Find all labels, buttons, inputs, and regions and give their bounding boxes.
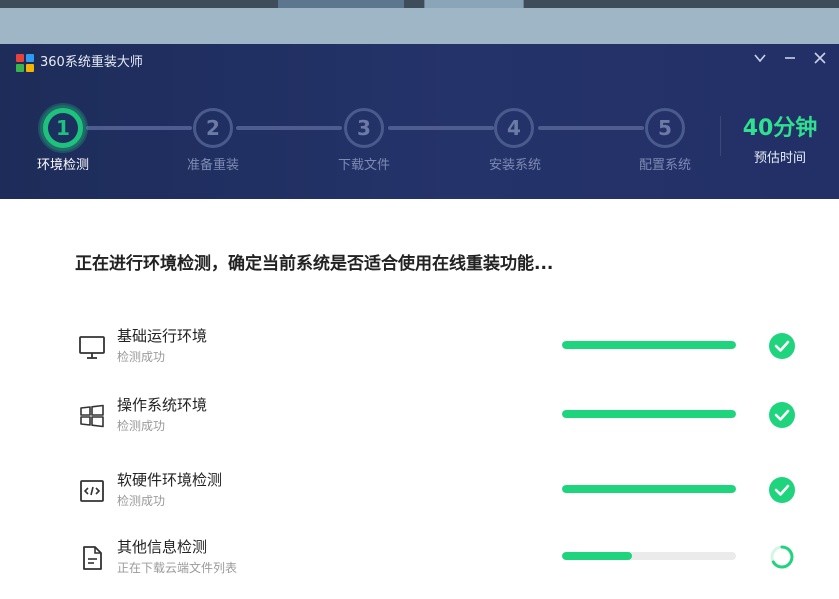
step-connector bbox=[86, 126, 192, 130]
main-content: 正在进行环境检测，确定当前系统是否适合使用在线重装功能... 基础运行环境 检测… bbox=[0, 199, 839, 599]
loading-spinner-icon bbox=[769, 544, 795, 570]
code-window-icon bbox=[78, 477, 106, 505]
step-4-circle: 4 bbox=[494, 108, 534, 148]
background-window-edge bbox=[0, 0, 839, 8]
screen: 360系统重装大师 1 2 3 4 5 环境检测 准备重装 下载文件 安装系统 bbox=[0, 0, 839, 599]
check-progress-fill bbox=[562, 485, 736, 493]
step-3-circle: 3 bbox=[344, 108, 384, 148]
background-window-strip bbox=[0, 0, 839, 44]
step-1-circle: 1 bbox=[43, 108, 83, 148]
step-5-label: 配置系统 bbox=[638, 158, 691, 173]
step-connector bbox=[388, 126, 494, 130]
close-icon[interactable] bbox=[810, 50, 830, 70]
check-item-name: 操作系统环境 bbox=[117, 396, 208, 414]
step-2-circle: 2 bbox=[193, 108, 233, 148]
app-header: 360系统重装大师 1 2 3 4 5 环境检测 准备重装 下载文件 安装系统 bbox=[0, 44, 839, 199]
header-divider bbox=[720, 116, 721, 156]
document-icon bbox=[78, 544, 106, 572]
check-done-icon bbox=[769, 402, 795, 428]
step-connector bbox=[236, 126, 342, 130]
check-item-other-info: 其他信息检测 正在下载云端文件列表 bbox=[0, 536, 839, 586]
step-connector bbox=[538, 126, 644, 130]
page-headline: 正在进行环境检测，确定当前系统是否适合使用在线重装功能... bbox=[75, 254, 554, 274]
check-progress-bar bbox=[562, 485, 736, 493]
step-progress: 1 2 3 4 5 环境检测 准备重装 下载文件 安装系统 配置系统 bbox=[0, 44, 720, 199]
estimated-time-value: 40分钟 bbox=[742, 116, 818, 141]
check-done-icon bbox=[769, 477, 795, 503]
monitor-icon bbox=[78, 333, 106, 361]
estimated-time-label: 预估时间 bbox=[753, 151, 806, 166]
background-tab bbox=[278, 0, 404, 8]
minimize-icon[interactable] bbox=[780, 50, 800, 70]
check-item-name: 其他信息检测 bbox=[117, 538, 208, 556]
check-progress-fill bbox=[562, 410, 736, 418]
check-progress-bar bbox=[562, 341, 736, 349]
check-item-name: 基础运行环境 bbox=[117, 327, 208, 345]
windows-logo-icon bbox=[78, 402, 106, 430]
check-progress-fill bbox=[562, 341, 736, 349]
check-done-icon bbox=[769, 333, 795, 359]
background-tab bbox=[424, 0, 524, 8]
step-2-label: 准备重装 bbox=[186, 158, 239, 173]
check-item-os-environment: 操作系统环境 检测成功 bbox=[0, 394, 839, 444]
check-item-hardware-software: 软硬件环境检测 检测成功 bbox=[0, 469, 839, 519]
check-item-name: 软硬件环境检测 bbox=[117, 471, 223, 489]
check-progress-bar bbox=[562, 410, 736, 418]
check-item-status: 检测成功 bbox=[117, 350, 166, 364]
step-1-label: 环境检测 bbox=[36, 158, 89, 173]
step-3-label: 下载文件 bbox=[337, 158, 390, 173]
check-item-status: 正在下载云端文件列表 bbox=[117, 561, 238, 575]
check-item-status: 检测成功 bbox=[117, 419, 166, 433]
step-5-circle: 5 bbox=[645, 108, 685, 148]
check-item-status: 检测成功 bbox=[117, 494, 166, 508]
check-item-basic-environment: 基础运行环境 检测成功 bbox=[0, 325, 839, 375]
check-progress-bar bbox=[562, 552, 736, 560]
chevron-down-icon[interactable] bbox=[750, 50, 770, 70]
check-progress-fill bbox=[562, 552, 632, 560]
step-4-label: 安装系统 bbox=[488, 158, 541, 173]
